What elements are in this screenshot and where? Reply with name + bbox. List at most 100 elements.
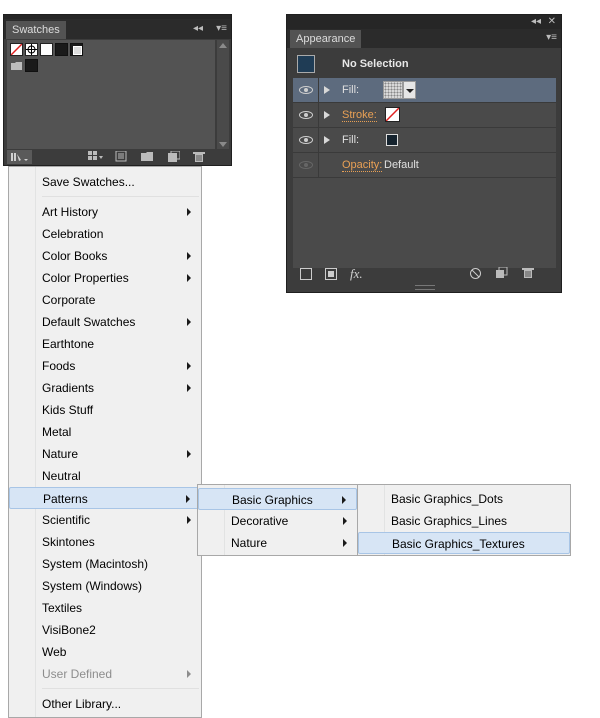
swatch-white[interactable] xyxy=(40,43,53,56)
menu-item-web[interactable]: Web xyxy=(9,641,201,663)
menu-item-patterns[interactable]: Patterns xyxy=(9,487,201,509)
collapse-icon[interactable]: ◂◂ xyxy=(531,15,541,29)
menu-item-label: Neutral xyxy=(42,469,81,483)
menu-item-default-swatches[interactable]: Default Swatches xyxy=(9,311,201,333)
menu-item-label: Web xyxy=(42,645,67,659)
submenu-arrow-icon xyxy=(343,539,347,547)
new-swatch-icon[interactable] xyxy=(168,150,181,162)
menu-item-nature[interactable]: Nature xyxy=(198,532,357,554)
menu-item-label: VisiBone2 xyxy=(42,623,96,637)
clear-appearance-icon[interactable] xyxy=(470,268,481,279)
swatches-scrollbar[interactable] xyxy=(217,40,229,150)
fill-dark-swatch[interactable] xyxy=(386,134,398,146)
menu-item-decorative[interactable]: Decorative xyxy=(198,510,357,532)
row-divider xyxy=(318,153,319,178)
expand-triangle-icon[interactable] xyxy=(324,111,330,119)
appearance-tab-row: Appearance ▾≡ xyxy=(287,29,561,48)
new-color-group-icon[interactable] xyxy=(141,151,153,162)
submenu-arrow-icon xyxy=(187,274,191,282)
menu-item-scientific[interactable]: Scientific xyxy=(9,509,201,531)
panel-menu-icon[interactable]: ▾≡ xyxy=(216,22,227,36)
scroll-up-icon[interactable] xyxy=(219,43,227,48)
swatch-registration[interactable] xyxy=(25,43,38,56)
menu-item-neutral[interactable]: Neutral xyxy=(9,465,201,487)
menu-item-basic-graphics[interactable]: Basic Graphics xyxy=(198,488,357,510)
fill-dropdown[interactable] xyxy=(403,81,416,99)
appearance-tab[interactable]: Appearance xyxy=(290,30,362,48)
appearance-panel-grip[interactable]: ◂◂ ✕ xyxy=(287,15,561,29)
menu-item-color-properties[interactable]: Color Properties xyxy=(9,267,201,289)
submenu-arrow-icon xyxy=(187,252,191,260)
expand-triangle-icon[interactable] xyxy=(324,86,330,94)
menu-item-earthtone[interactable]: Earthtone xyxy=(9,333,201,355)
menu-item-label: Default Swatches xyxy=(42,315,136,329)
menu-item-visibone2[interactable]: VisiBone2 xyxy=(9,619,201,641)
fill-label: Fill: xyxy=(342,134,360,146)
stroke-label[interactable]: Stroke: xyxy=(342,109,377,122)
duplicate-item-icon[interactable] xyxy=(496,266,508,282)
menu-item-kids-stuff[interactable]: Kids Stuff xyxy=(9,399,201,421)
library-icon xyxy=(11,153,28,161)
resize-grip-icon[interactable] xyxy=(415,285,435,290)
swatch-black-2[interactable] xyxy=(25,59,38,72)
menu-item-label: Nature xyxy=(42,447,79,461)
appearance-row-fill[interactable]: Fill: xyxy=(293,78,556,103)
menu-item-basic-graphics-textures[interactable]: Basic Graphics_Textures xyxy=(358,532,570,554)
menu-item-celebration[interactable]: Celebration xyxy=(9,223,201,245)
appearance-row-stroke[interactable]: Stroke: xyxy=(293,103,556,128)
visibility-eye-icon[interactable] xyxy=(299,86,313,94)
patterns-submenu: Basic Graphics Decorative Nature xyxy=(197,484,358,556)
folder-icon[interactable] xyxy=(10,59,23,72)
visibility-eye-icon[interactable] xyxy=(299,161,313,169)
menu-item-label: System (Macintosh) xyxy=(42,557,149,571)
scroll-down-icon[interactable] xyxy=(219,142,227,147)
swatch-pattern[interactable] xyxy=(70,43,83,56)
panel-menu-icon[interactable]: ▾≡ xyxy=(546,31,557,45)
menu-item-foods[interactable]: Foods xyxy=(9,355,201,377)
collapse-icon[interactable]: ◂◂ xyxy=(193,22,203,36)
swatch-options-icon[interactable] xyxy=(115,150,127,162)
menu-item-basic-graphics-lines[interactable]: Basic Graphics_Lines xyxy=(358,510,570,532)
menu-item-corporate[interactable]: Corporate xyxy=(9,289,201,311)
trash-icon[interactable] xyxy=(193,151,205,162)
appearance-row-opacity[interactable]: Opacity: Default xyxy=(293,153,556,178)
menu-item-system-macintosh[interactable]: System (Macintosh) xyxy=(9,553,201,575)
expand-triangle-icon[interactable] xyxy=(324,136,330,144)
menu-item-textiles[interactable]: Textiles xyxy=(9,597,201,619)
close-icon[interactable]: ✕ xyxy=(548,15,556,29)
menu-item-metal[interactable]: Metal xyxy=(9,421,201,443)
add-fill-icon[interactable] xyxy=(325,268,337,280)
visibility-eye-icon[interactable] xyxy=(299,111,313,119)
stroke-none-swatch[interactable] xyxy=(385,107,400,122)
appearance-row-fill-2[interactable]: Fill: xyxy=(293,128,556,153)
menu-item-art-history[interactable]: Art History xyxy=(9,201,201,223)
opacity-value: Default xyxy=(384,159,419,171)
selection-header: No Selection xyxy=(293,52,556,78)
submenu-arrow-icon xyxy=(187,318,191,326)
menu-item-label: Celebration xyxy=(42,227,104,241)
swatches-tab-row: Swatches ◂◂ ▾≡ xyxy=(4,19,231,39)
swatches-tab[interactable]: Swatches xyxy=(6,21,66,39)
submenu-arrow-icon xyxy=(187,670,191,678)
swatch-none[interactable] xyxy=(10,43,23,56)
menu-item-label: Basic Graphics_Textures xyxy=(392,537,525,551)
menu-item-nature[interactable]: Nature xyxy=(9,443,201,465)
opacity-label[interactable]: Opacity: xyxy=(342,159,383,172)
menu-item-skintones[interactable]: Skintones xyxy=(9,531,201,553)
fill-pattern-swatch[interactable] xyxy=(383,81,403,99)
menu-item-label: Color Books xyxy=(42,249,108,263)
menu-item-other-library[interactable]: Other Library... xyxy=(9,693,201,715)
menu-item-system-windows[interactable]: System (Windows) xyxy=(9,575,201,597)
visibility-eye-icon[interactable] xyxy=(299,136,313,144)
menu-item-save-swatches[interactable]: Save Swatches... xyxy=(9,171,201,193)
trash-icon[interactable] xyxy=(522,267,534,282)
show-kinds-icon[interactable] xyxy=(88,151,103,162)
menu-item-basic-graphics-dots[interactable]: Basic Graphics_Dots xyxy=(358,488,570,510)
menu-item-color-books[interactable]: Color Books xyxy=(9,245,201,267)
menu-item-gradients[interactable]: Gradients xyxy=(9,377,201,399)
selection-label: No Selection xyxy=(342,58,409,70)
fx-effect-button[interactable]: fx. xyxy=(350,266,363,282)
swatch-libraries-menu-button[interactable] xyxy=(7,150,32,164)
swatch-black[interactable] xyxy=(55,43,68,56)
add-stroke-icon[interactable] xyxy=(300,268,312,280)
